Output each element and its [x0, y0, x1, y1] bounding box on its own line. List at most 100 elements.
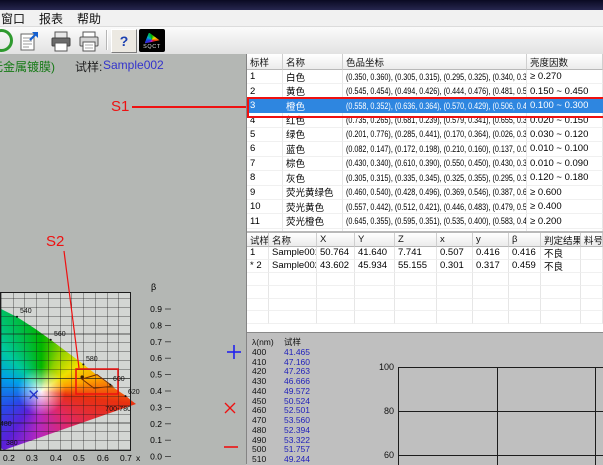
x-axis-tick: 0.2 — [3, 453, 15, 463]
standard-row[interactable]: 3橙色(0.558, 0.352), (0.636, 0.364), (0.57… — [247, 99, 603, 113]
chart-gridline — [595, 367, 596, 465]
sample-row[interactable]: * 2Sample00243.60245.93455.1550.3010.317… — [247, 260, 603, 273]
beta-axis-label: β — [151, 282, 156, 292]
beta-tick: 0.2 — [150, 419, 162, 429]
menu-item-report[interactable]: 报表 — [32, 10, 70, 27]
sample-row[interactable]: 1Sample00150.76441.6407.7410.5070.4160.4… — [247, 247, 603, 260]
beta-tick: 0.4 — [150, 386, 162, 396]
spectral-row[interactable]: 43046.666 — [250, 376, 603, 386]
sample-row[interactable] — [247, 299, 603, 312]
standard-row[interactable]: 9荧光黄绿色(0.460, 0.540), (0.428, 0.496), (0… — [247, 186, 603, 200]
standard-row[interactable]: 6蓝色(0.082, 0.147), (0.172, 0.198), (0.21… — [247, 142, 603, 156]
panel-divider — [246, 54, 247, 464]
standard-row[interactable]: 4红色(0.735, 0.265), (0.681, 0.239), (0.57… — [247, 113, 603, 127]
spectral-table: λ(nm)试样 40041.46541047.16042047.26343046… — [250, 337, 603, 464]
column-header[interactable]: 判定结果 — [541, 233, 581, 247]
wavelength-label: 600 — [113, 376, 125, 383]
spectral-row[interactable]: 41047.160 — [250, 357, 603, 367]
toolbar: ? SQCT — [0, 27, 603, 55]
standard-row[interactable]: 2黄色(0.545, 0.454), (0.494, 0.426), (0.44… — [247, 84, 603, 98]
tolerance-polygon — [82, 375, 113, 389]
locus-dots — [16, 316, 127, 397]
standards-table: 标样名称色品坐标亮度因数 1白色(0.350, 0.360), (0.305, … — [247, 54, 603, 231]
chart-gridline — [398, 411, 603, 412]
beta-tick: 0.3 — [150, 402, 162, 412]
column-header[interactable]: 色品坐标 — [343, 54, 527, 70]
standard-row[interactable]: 5绿色(0.201, 0.776), (0.285, 0.441), (0.17… — [247, 128, 603, 142]
sample-row[interactable] — [247, 311, 603, 324]
spectral-row[interactable]: 47053.560 — [250, 415, 603, 425]
standards-table-header: 标样名称色品坐标亮度因数 — [247, 54, 603, 70]
spectral-row[interactable]: 48052.394 — [250, 425, 603, 435]
wavelength-label: 540 — [20, 308, 32, 315]
wavelength-label: 560 — [54, 331, 66, 338]
column-header[interactable]: Z — [395, 233, 437, 247]
x-axis-tick: 0.6 — [97, 453, 109, 463]
spectral-table-header: λ(nm)试样 — [250, 337, 603, 347]
beta-plus-marker — [227, 345, 241, 359]
annotation-s2-leader-line — [64, 251, 79, 368]
sqct-button[interactable]: SQCT — [139, 29, 165, 52]
column-header[interactable]: X — [317, 233, 355, 247]
column-header[interactable]: x — [437, 233, 473, 247]
sample-row[interactable] — [247, 273, 603, 286]
beta-tick: 0.7 — [150, 337, 162, 347]
column-header[interactable]: 试样 — [247, 233, 269, 247]
wavelength-label: 700-780 — [105, 406, 131, 413]
column-header[interactable]: y — [473, 233, 509, 247]
title-bar — [0, 0, 603, 10]
menu-item-window[interactable]: 窗口 — [0, 10, 32, 27]
beta-tick: 0.0 — [150, 452, 162, 462]
wavelength-label: 580 — [86, 356, 98, 363]
column-header[interactable]: λ(nm) — [250, 337, 282, 347]
menu-item-help[interactable]: 帮助 — [70, 10, 108, 27]
print-preview-button[interactable] — [76, 28, 102, 53]
spectral-row[interactable]: 45050.524 — [250, 396, 603, 406]
beta-tick: 0.6 — [150, 353, 162, 363]
beta-tick: 0.9 — [150, 304, 162, 314]
column-header[interactable]: β — [509, 233, 541, 247]
beta-cross-marker — [225, 403, 235, 413]
column-header[interactable]: 亮度因数 — [527, 54, 603, 70]
help-button[interactable]: ? — [111, 29, 137, 53]
standard-row[interactable]: 11荧光橙色(0.645, 0.355), (0.595, 0.351), (0… — [247, 214, 603, 228]
column-header[interactable]: 名称 — [283, 54, 343, 70]
column-header[interactable]: 名称 — [269, 233, 317, 247]
help-icon: ? — [120, 33, 129, 49]
standard-row[interactable]: 10荧光黄色(0.557, 0.442), (0.512, 0.421), (0… — [247, 200, 603, 214]
samples-table-header: 试样名称XYZxyβ判定结果料号 — [247, 233, 603, 247]
sqct-label: SQCT — [143, 44, 161, 51]
sqct-gamut-icon — [145, 33, 160, 44]
chart-gridline — [497, 367, 498, 465]
spectral-row[interactable]: 44049.572 — [250, 386, 603, 396]
spectral-row[interactable]: 49053.322 — [250, 435, 603, 445]
spectral-row[interactable]: 50051.757 — [250, 445, 603, 455]
target-icon[interactable] — [0, 29, 13, 52]
standard-row[interactable]: 7棕色(0.430, 0.340), (0.610, 0.390), (0.55… — [247, 157, 603, 171]
chart-gridline — [398, 367, 603, 368]
print-icon — [49, 29, 73, 53]
wavelength-label: 480 — [0, 421, 12, 428]
chart-gridline — [398, 455, 603, 456]
spectral-row[interactable]: 40041.465 — [250, 347, 603, 357]
beta-tick: 0.1 — [150, 435, 162, 445]
column-header[interactable]: 试样 — [282, 337, 340, 347]
export-report-button[interactable] — [16, 28, 42, 53]
export-report-icon — [17, 29, 41, 53]
chromaticity-diagram-overlay: 540 560 580 600 620 700-780 480 380 0.2 … — [0, 54, 246, 464]
beta-tick: 0.8 — [150, 320, 162, 330]
sample002-cross-marker — [30, 391, 38, 399]
chart-y-tick: 60 — [366, 450, 394, 460]
spectral-panel: λ(nm)试样 40041.46541047.16042047.26343046… — [246, 332, 603, 465]
column-header[interactable]: 标样 — [247, 54, 283, 70]
column-header[interactable]: Y — [355, 233, 395, 247]
standard-row[interactable]: 8灰色(0.305, 0.315), (0.335, 0.345), (0.32… — [247, 171, 603, 185]
sample-row[interactable] — [247, 286, 603, 299]
tolerance-zoom-rect — [76, 369, 118, 394]
chart-y-tick: 100 — [366, 362, 394, 372]
column-header[interactable]: 料号 — [581, 233, 603, 247]
beta-tick: 0.5 — [150, 370, 162, 380]
print-button[interactable] — [48, 28, 74, 53]
standard-row[interactable]: 1白色(0.350, 0.360), (0.305, 0.315), (0.29… — [247, 70, 603, 84]
x-axis-tick: 0.5 — [73, 453, 85, 463]
